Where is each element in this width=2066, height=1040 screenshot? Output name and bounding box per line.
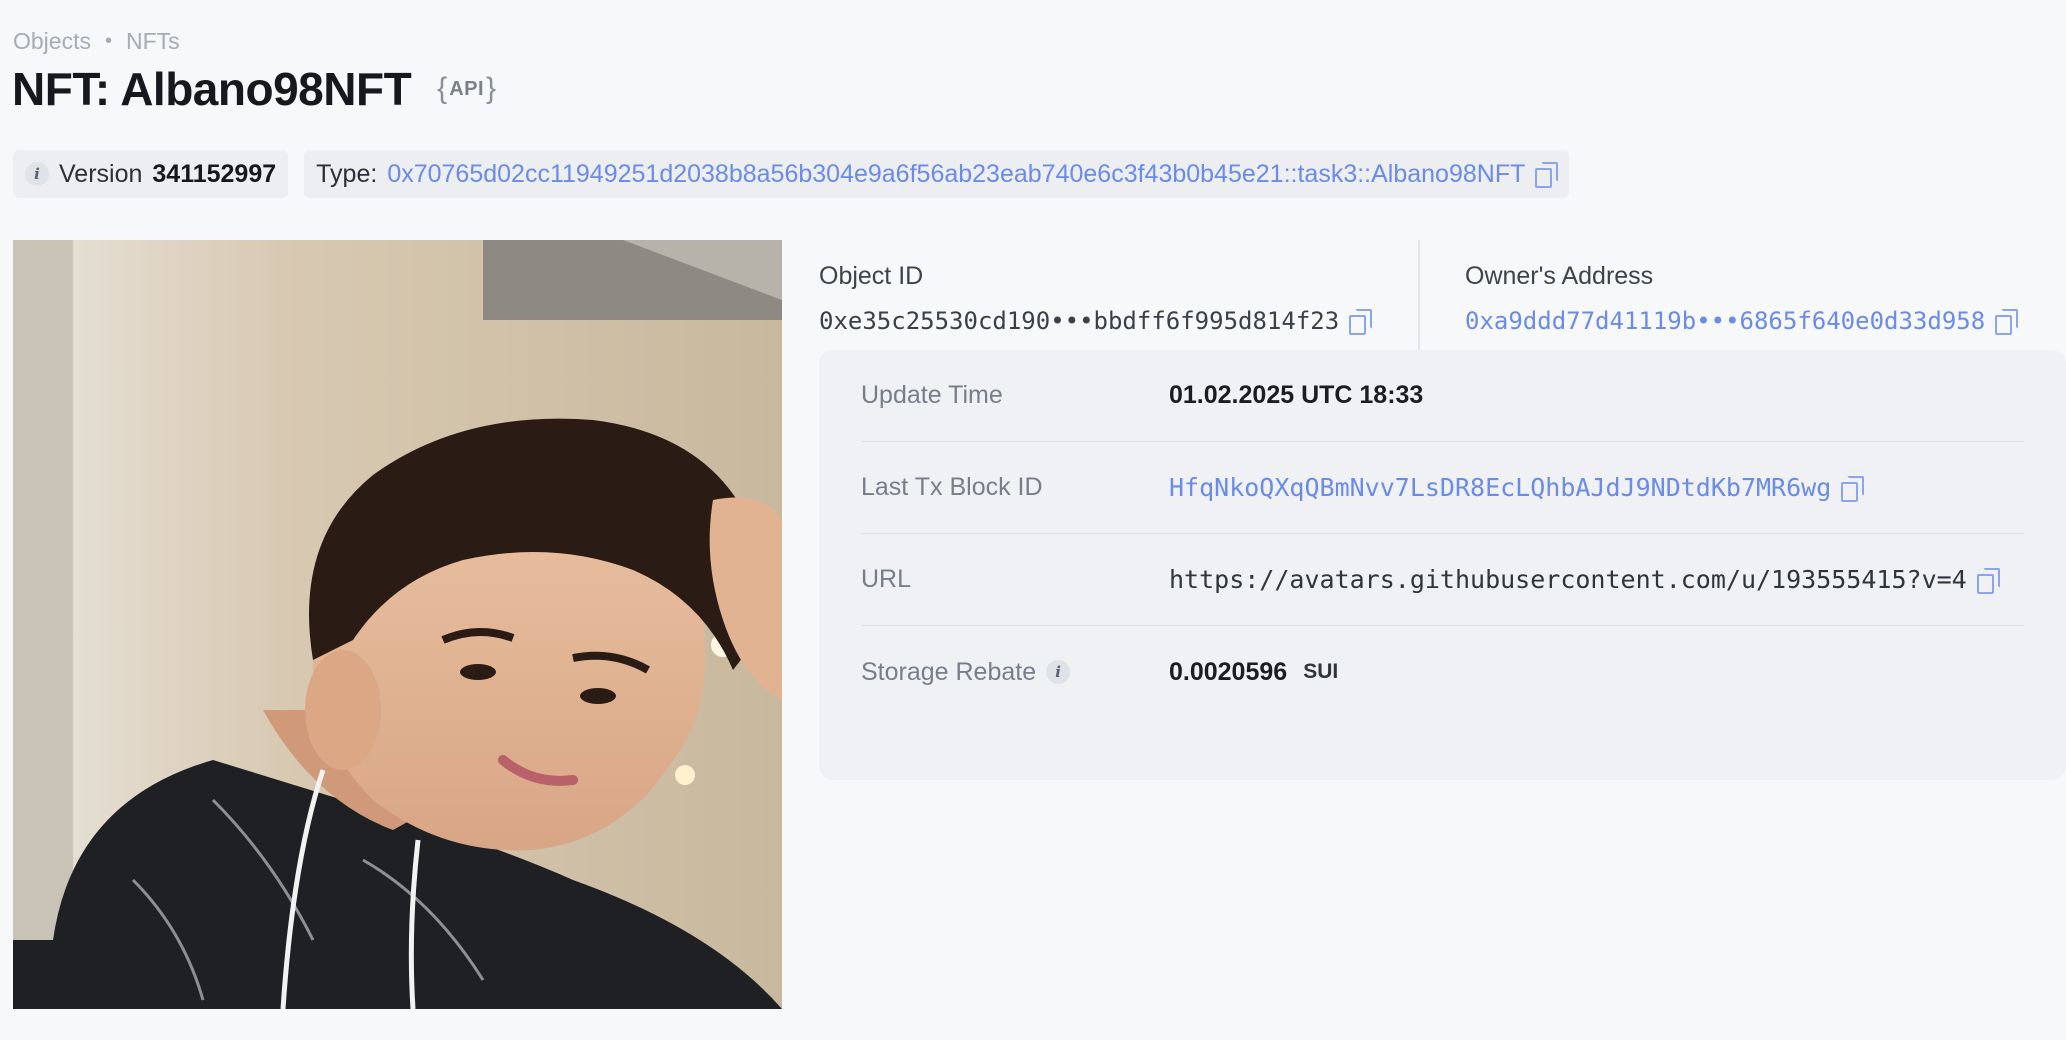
object-id-block: Object ID 0xe35c25530cd190•••bbdff6f995d…	[819, 262, 1373, 335]
detail-row-url: URL https://avatars.githubusercontent.co…	[861, 534, 2024, 626]
breadcrumb-objects[interactable]: Objects	[13, 28, 91, 55]
meta-chips: i Version 341152997 Type: 0x70765d02cc11…	[13, 150, 1570, 198]
copy-icon[interactable]	[1349, 309, 1373, 335]
url-label: URL	[861, 565, 912, 593]
object-id-row: 0xe35c25530cd190•••bbdff6f995d814f23	[819, 307, 1373, 335]
object-id-label: Object ID	[819, 262, 924, 290]
page-title: NFT: Albano98NFT	[12, 63, 412, 115]
owner-block: Owner's Address 0xa9ddd77d41119b•••6865f…	[1465, 262, 2019, 335]
url-row: https://avatars.githubusercontent.com/u/…	[1169, 565, 2000, 594]
detail-row-storage: Storage Rebate i 0.0020596 SUI	[861, 626, 2024, 718]
info-icon[interactable]: i	[1046, 660, 1071, 684]
copy-icon[interactable]	[1535, 162, 1559, 188]
last-tx-link[interactable]: HfqNkoQXqQBmNvv7LsDR8EcLQhbAJdJ9NDtdKb7M…	[1169, 473, 1831, 502]
nft-portrait-image	[13, 240, 782, 1009]
version-label: Version	[59, 159, 143, 188]
object-id-value[interactable]: 0xe35c25530cd190•••bbdff6f995d814f23	[819, 307, 1339, 335]
storage-rebate-label: Storage Rebate	[861, 657, 1037, 686]
version-value: 341152997	[152, 159, 277, 188]
storage-unit: SUI	[1303, 660, 1339, 683]
brace-open-icon: {	[437, 72, 448, 105]
breadcrumb-separator: •	[104, 30, 112, 52]
api-badge-label: API	[449, 77, 485, 100]
copy-icon[interactable]	[1995, 309, 2019, 335]
version-chip: i Version 341152997	[13, 150, 289, 198]
type-label: Type:	[316, 159, 378, 188]
type-link[interactable]: 0x70765d02cc11949251d2038b8a56b304e9a6f5…	[387, 160, 1525, 189]
copy-icon[interactable]	[1976, 567, 2000, 594]
storage-value-row: 0.0020596 SUI	[1169, 658, 1338, 687]
breadcrumb-nfts[interactable]: NFTs	[126, 28, 180, 55]
update-time-label: Update Time	[861, 381, 1003, 409]
last-tx-row: HfqNkoQXqQBmNvv7LsDR8EcLQhbAJdJ9NDtdKb7M…	[1169, 473, 1865, 502]
url-value: https://avatars.githubusercontent.com/u/…	[1169, 565, 1967, 594]
owner-label: Owner's Address	[1465, 262, 1654, 290]
owner-address-link[interactable]: 0xa9ddd77d41119b•••6865f640e0d33d958	[1465, 307, 1985, 335]
breadcrumb: Objects • NFTs	[13, 28, 180, 55]
last-tx-label: Last Tx Block ID	[861, 473, 1043, 501]
details-card: Update Time 01.02.2025 UTC 18:33 Last Tx…	[819, 350, 2066, 780]
brace-close-icon: }	[486, 72, 497, 105]
nft-image	[13, 240, 782, 1009]
detail-row-last-tx: Last Tx Block ID HfqNkoQXqQBmNvv7LsDR8Ec…	[861, 442, 2024, 534]
type-chip: Type: 0x70765d02cc11949251d2038b8a56b304…	[304, 150, 1570, 198]
detail-row-update-time: Update Time 01.02.2025 UTC 18:33	[861, 350, 2024, 442]
owner-row: 0xa9ddd77d41119b•••6865f640e0d33d958	[1465, 307, 2019, 335]
update-time-value: 01.02.2025 UTC 18:33	[1169, 381, 1424, 409]
info-icon[interactable]: i	[25, 162, 49, 186]
copy-icon[interactable]	[1841, 475, 1865, 502]
api-badge[interactable]: { API }	[437, 72, 496, 106]
divider	[1418, 240, 1420, 355]
title-row: NFT: Albano98NFT { API }	[12, 62, 496, 116]
storage-rebate-value: 0.0020596	[1169, 657, 1288, 686]
storage-label-row: Storage Rebate i	[861, 658, 1169, 687]
